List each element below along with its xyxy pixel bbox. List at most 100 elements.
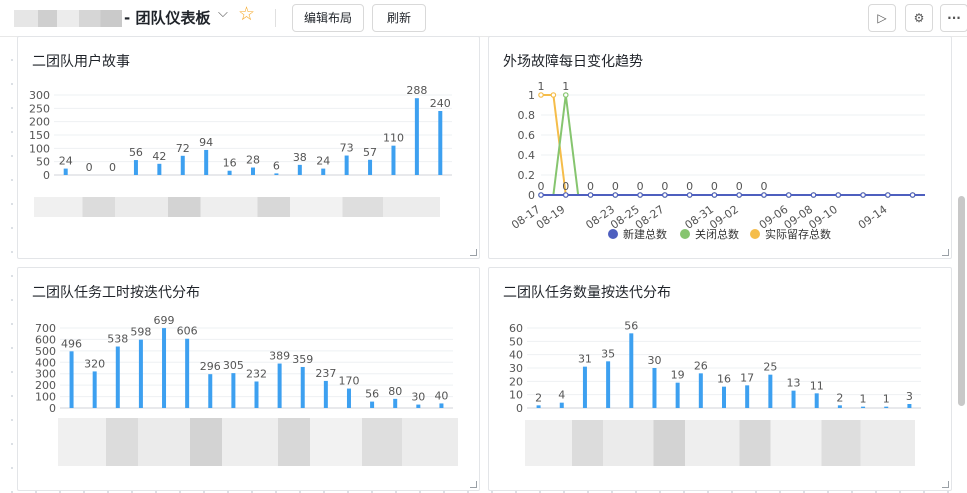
bar [138, 339, 143, 408]
data-label: 72 [176, 142, 190, 155]
bar [814, 393, 819, 408]
bar [321, 168, 326, 175]
blurred-x-labels [58, 418, 458, 466]
series-point [562, 192, 569, 198]
fault-trend-line-chart: 00.20.40.60.811 10 0 0 0 0 0 0 0 0 008-1708-19 08-2… [509, 80, 925, 241]
x-tick-label: 08-19 [534, 203, 568, 232]
chart-panel-fault-trend: 外场故障每日变化趋势 0 0.2 0.4 0.6 0.8 1 1 1 0 0 0 0 0 0 0 0 0 0 08-… [488, 36, 952, 259]
data-label: 94 [199, 136, 213, 149]
y-tick-label: 20 [509, 375, 523, 388]
edit-layout-button[interactable]: 编辑布局 [292, 4, 364, 32]
data-label: 73 [340, 142, 354, 155]
data-label: 17 [740, 371, 754, 384]
data-label: 699 [154, 314, 175, 327]
data-label: 25 [763, 361, 777, 374]
gear-icon[interactable]: ⚙ [905, 4, 933, 32]
series-point [662, 192, 668, 198]
bar [344, 155, 349, 175]
vertical-scrollbar[interactable] [958, 196, 965, 406]
resize-handle[interactable] [470, 481, 477, 488]
series-point [686, 192, 693, 198]
resize-handle[interactable] [942, 249, 949, 256]
data-label: 0 [612, 180, 619, 193]
bar [393, 398, 398, 408]
star-icon[interactable]: ☆ [238, 3, 255, 25]
data-label: 24 [59, 155, 73, 168]
resize-handle[interactable] [470, 249, 477, 256]
data-label: 4 [558, 389, 565, 402]
data-label: 3 [906, 390, 913, 403]
y-tick-label: 50 [36, 156, 50, 169]
data-label: 0 [686, 180, 693, 193]
y-tick-label: 0 [43, 169, 50, 182]
chevron-down-icon[interactable]: ⌵ [218, 6, 228, 21]
bar [391, 145, 396, 175]
series-point [538, 192, 544, 198]
series-point [550, 92, 557, 98]
series-point [612, 192, 619, 198]
bar [837, 405, 842, 408]
bar [185, 338, 190, 408]
user-stories-bar-chart: 05010015020025030024 0 056 4272 9416 28 638 247… [29, 84, 452, 182]
data-label: 170 [338, 375, 359, 388]
data-label: 24 [316, 155, 330, 168]
y-tick-label: 500 [35, 345, 56, 358]
refresh-button[interactable]: 刷新 [372, 4, 426, 32]
y-tick-label: 700 [35, 322, 56, 335]
data-label: 2 [535, 391, 542, 404]
data-label: 359 [292, 353, 313, 366]
data-label: 6 [273, 159, 280, 172]
series-point [885, 192, 891, 198]
bar [768, 374, 773, 408]
y-tick-label: 10 [509, 389, 523, 402]
chart-panel-task-count: 二团队任务数量按迭代分布 0 10 20 30 40 50 60 2 4 31 35 56 30 19 26… [488, 267, 952, 491]
bar [204, 149, 209, 175]
data-label: 538 [107, 333, 128, 346]
series-line [541, 94, 925, 196]
chart-panel-task-hours: 二团队任务工时按迭代分布 0 100 200 300 400 500 600 700 496 32… [17, 267, 480, 491]
data-label: 1 [883, 393, 890, 406]
resize-handle[interactable] [942, 481, 949, 488]
bar [439, 403, 444, 408]
bar [907, 404, 912, 408]
data-label: 232 [246, 367, 267, 380]
y-tick-label: 100 [29, 142, 50, 155]
blurred-title-prefix [14, 10, 122, 27]
data-label: 38 [293, 151, 307, 164]
series-point [860, 192, 866, 198]
data-label: 30 [647, 354, 661, 367]
data-label: 80 [388, 385, 402, 398]
data-label: 19 [671, 369, 685, 382]
data-label: 56 [129, 146, 143, 159]
data-label: 26 [694, 359, 708, 372]
data-label: 0 [661, 180, 668, 193]
legend-label: 关闭总数 [695, 227, 739, 241]
bar [297, 164, 302, 175]
bar [157, 163, 162, 175]
data-label: 57 [363, 146, 377, 159]
bar [162, 328, 167, 408]
bar [92, 371, 97, 408]
y-tick-label: 30 [509, 362, 523, 375]
data-label: 1 [562, 80, 569, 93]
data-label: 296 [200, 360, 221, 373]
blurred-x-labels [525, 420, 915, 466]
blurred-x-labels [34, 197, 440, 217]
play-icon[interactable]: ▷ [868, 4, 896, 32]
y-tick-label: 150 [29, 129, 50, 142]
chart-panel-user-stories: 二团队用户故事 0 50 100 150 200 250 300 24 0 0 56 42 72 94 16… [17, 36, 480, 259]
y-tick-label: 0.4 [518, 149, 536, 162]
legend-marker [608, 229, 618, 239]
data-label: 30 [411, 391, 425, 404]
legend-marker [750, 229, 760, 239]
bar [438, 111, 443, 175]
bar [582, 366, 587, 408]
more-icon[interactable]: ··· [940, 4, 967, 32]
series-point [835, 192, 842, 198]
y-tick-label: 200 [35, 379, 56, 392]
data-label: 11 [810, 379, 824, 392]
data-label: 240 [430, 97, 451, 110]
bar [346, 388, 351, 408]
y-tick-label: 0.6 [518, 129, 536, 142]
series-point [761, 192, 767, 198]
